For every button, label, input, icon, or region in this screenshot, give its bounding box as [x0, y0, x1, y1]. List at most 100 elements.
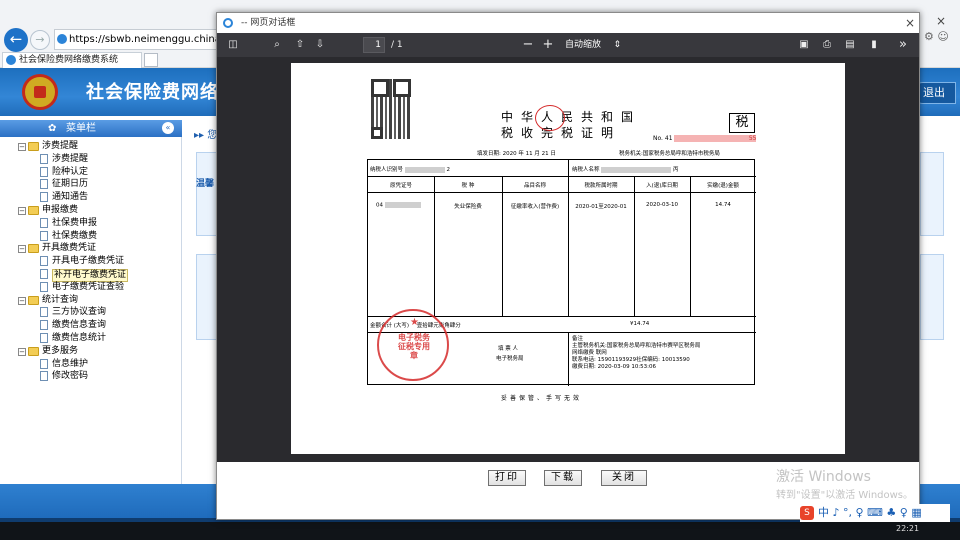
url-text: https://sbwb.neimenggu.chinatax.gov: [69, 34, 218, 45]
document-icon: [40, 230, 48, 241]
tree-folder[interactable]: − 涉费提醒: [0, 140, 182, 153]
download-button[interactable]: 下载: [544, 470, 582, 486]
tax-emblem-logo: [22, 74, 58, 110]
tree-label: 社保费申报: [52, 217, 98, 228]
tree-item[interactable]: 征期日历: [0, 178, 182, 191]
folder-icon: [28, 142, 39, 151]
tree-item[interactable]: 开具电子缴费凭证: [0, 255, 182, 268]
notice-text: 温馨: [196, 179, 215, 189]
cert-no-redacted: 55: [674, 135, 757, 142]
save-icon[interactable]: ▤: [843, 33, 857, 57]
tree-folder[interactable]: − 开具缴费凭证: [0, 242, 182, 255]
tree-item[interactable]: 通知通告: [0, 191, 182, 204]
tree-item[interactable]: 社保费缴费: [0, 230, 182, 243]
more-tools-icon[interactable]: »: [895, 33, 911, 57]
ie-icon: [223, 18, 233, 28]
tree-label: 征期日历: [52, 179, 89, 190]
tree-item[interactable]: 三方协议查询: [0, 306, 182, 319]
tree-item[interactable]: 修改密码: [0, 370, 182, 383]
remarks: 备注 主管税务机关:国家税务总局呼和浩特市赛罕区税务局 网络缴费 联网 联系电话…: [572, 336, 700, 371]
ime-status: 中 ♪ °, ♀ ⌨ ♣ ♀ ▦: [818, 506, 922, 519]
tree-label: 申报缴费: [42, 204, 79, 215]
menu-tree: − 涉费提醒 涉费提醒险种认定征期日历通知通告 − 申报缴费社保费申报社保费缴费 − 开具缴…: [0, 140, 182, 383]
page-number-input[interactable]: 1: [363, 37, 385, 53]
collapse-icon[interactable]: «: [162, 122, 174, 134]
document-icon: [40, 153, 48, 164]
folder-icon: [28, 205, 39, 215]
new-tab-button[interactable]: [144, 53, 158, 67]
collapse-toggle-icon[interactable]: −: [18, 296, 26, 305]
cert-no-label: No.: [653, 135, 663, 142]
prev-page-icon[interactable]: ⇧: [293, 33, 307, 57]
taxpayer-name-label: 纳税人名称: [572, 167, 600, 173]
ie-tab-icon: [6, 55, 16, 65]
page-count: / 1: [391, 40, 403, 50]
tree-label: 险种认定: [52, 166, 89, 177]
header-voucher: 原凭证号: [389, 183, 412, 189]
tree-item[interactable]: 补开电子缴费凭证: [0, 268, 182, 282]
collapse-toggle-icon[interactable]: −: [18, 347, 26, 356]
collapse-toggle-icon[interactable]: −: [18, 206, 26, 215]
bookmark-icon[interactable]: ▮: [867, 33, 881, 57]
tree-item[interactable]: 缴费信息查询: [0, 319, 182, 332]
row-tax-type: 失业保险费: [454, 204, 482, 210]
sidebar-toggle-icon[interactable]: ◫: [225, 33, 241, 57]
select-arrow-icon: ⇕: [613, 40, 621, 50]
tab-title: 社会保险费网络缴费系统: [19, 55, 119, 65]
tree-item[interactable]: 电子缴费凭证查验: [0, 281, 182, 294]
browser-tab[interactable]: 社会保险费网络缴费系统: [2, 52, 142, 68]
tree-label: 三方协议查询: [52, 307, 107, 318]
pdf-viewer[interactable]: 中华人民共和国 税收完税证明 税 No. 41 55 填发日期: 2020 年 …: [217, 57, 919, 462]
pdf-page: 中华人民共和国 税收完税证明 税 No. 41 55 填发日期: 2020 年 …: [291, 63, 845, 454]
taxpayer-id-suffix: 2: [446, 167, 451, 173]
window-close-icon[interactable]: ×: [936, 14, 946, 28]
row-date: 2020-03-10: [646, 202, 678, 208]
folder-icon: [28, 346, 39, 356]
back-button[interactable]: ←: [4, 28, 28, 52]
zoom-out-icon[interactable]: −: [521, 33, 535, 57]
content-pane-bottom-right: [920, 254, 944, 340]
tree-label: 涉费提醒: [52, 153, 89, 164]
taxpayer-name-suffix: 丙: [673, 167, 679, 173]
print-icon[interactable]: ⎙: [820, 33, 834, 57]
next-page-icon[interactable]: ⇩: [313, 33, 327, 57]
presentation-icon[interactable]: ▣: [797, 33, 811, 57]
taskbar: [0, 522, 960, 540]
taskbar-clock: 22:21: [896, 524, 920, 533]
zoom-select-value: 自动缩放: [565, 40, 602, 50]
ime-toolbar[interactable]: S 中 ♪ °, ♀ ⌨ ♣ ♀ ▦: [800, 504, 950, 522]
taxpayer-id-label: 纳税人识别号: [370, 167, 404, 173]
tree-item[interactable]: 涉费提醒: [0, 153, 182, 166]
search-icon[interactable]: ⌕: [269, 33, 285, 57]
zoom-in-icon[interactable]: +: [541, 33, 555, 57]
tree-item[interactable]: 缴费信息统计: [0, 332, 182, 345]
address-bar[interactable]: https://sbwb.neimenggu.chinatax.gov: [54, 29, 219, 50]
tree-folder[interactable]: − 申报缴费: [0, 204, 182, 217]
header-date: 入(退)库日期: [646, 183, 678, 189]
tree-label: 通知通告: [52, 192, 89, 203]
dialog-titlebar: -- 网页对话框 ×: [217, 13, 919, 33]
dialog-close-icon[interactable]: ×: [905, 13, 915, 33]
document-icon: [40, 192, 48, 203]
pdf-toolbar: ◫ ⌕ ⇧ ⇩ 1 / 1 − + 自动缩放 ⇕ ▣ ⎙ ▤ ▮ »: [217, 33, 919, 57]
close-button[interactable]: 关闭: [601, 470, 647, 486]
ie-icon: [57, 34, 67, 44]
tree-item[interactable]: 社保费申报: [0, 217, 182, 230]
tree-label: 修改密码: [52, 371, 89, 382]
tree-folder[interactable]: − 统计查询: [0, 294, 182, 307]
zoom-select[interactable]: 自动缩放 ⇕: [563, 37, 623, 53]
tree-label: 缴费信息查询: [52, 320, 107, 331]
folder-icon: [28, 244, 39, 254]
forward-button[interactable]: →: [30, 30, 50, 50]
taxpayer-name: 纳税人名称 丙: [572, 165, 679, 173]
tools-icons[interactable]: ⚙ ☺: [924, 30, 949, 43]
print-button[interactable]: 打印: [488, 470, 526, 486]
collapse-toggle-icon[interactable]: −: [18, 245, 26, 254]
tree-item[interactable]: 险种认定: [0, 166, 182, 179]
collapse-toggle-icon[interactable]: −: [18, 143, 26, 151]
tree-item[interactable]: 信息维护: [0, 358, 182, 371]
tree-folder[interactable]: − 更多服务: [0, 345, 182, 358]
activation-watermark-title: 激活 Windows: [776, 469, 871, 485]
row-voucher: 04: [376, 202, 421, 209]
tree-label: 电子缴费凭证查验: [52, 281, 125, 292]
